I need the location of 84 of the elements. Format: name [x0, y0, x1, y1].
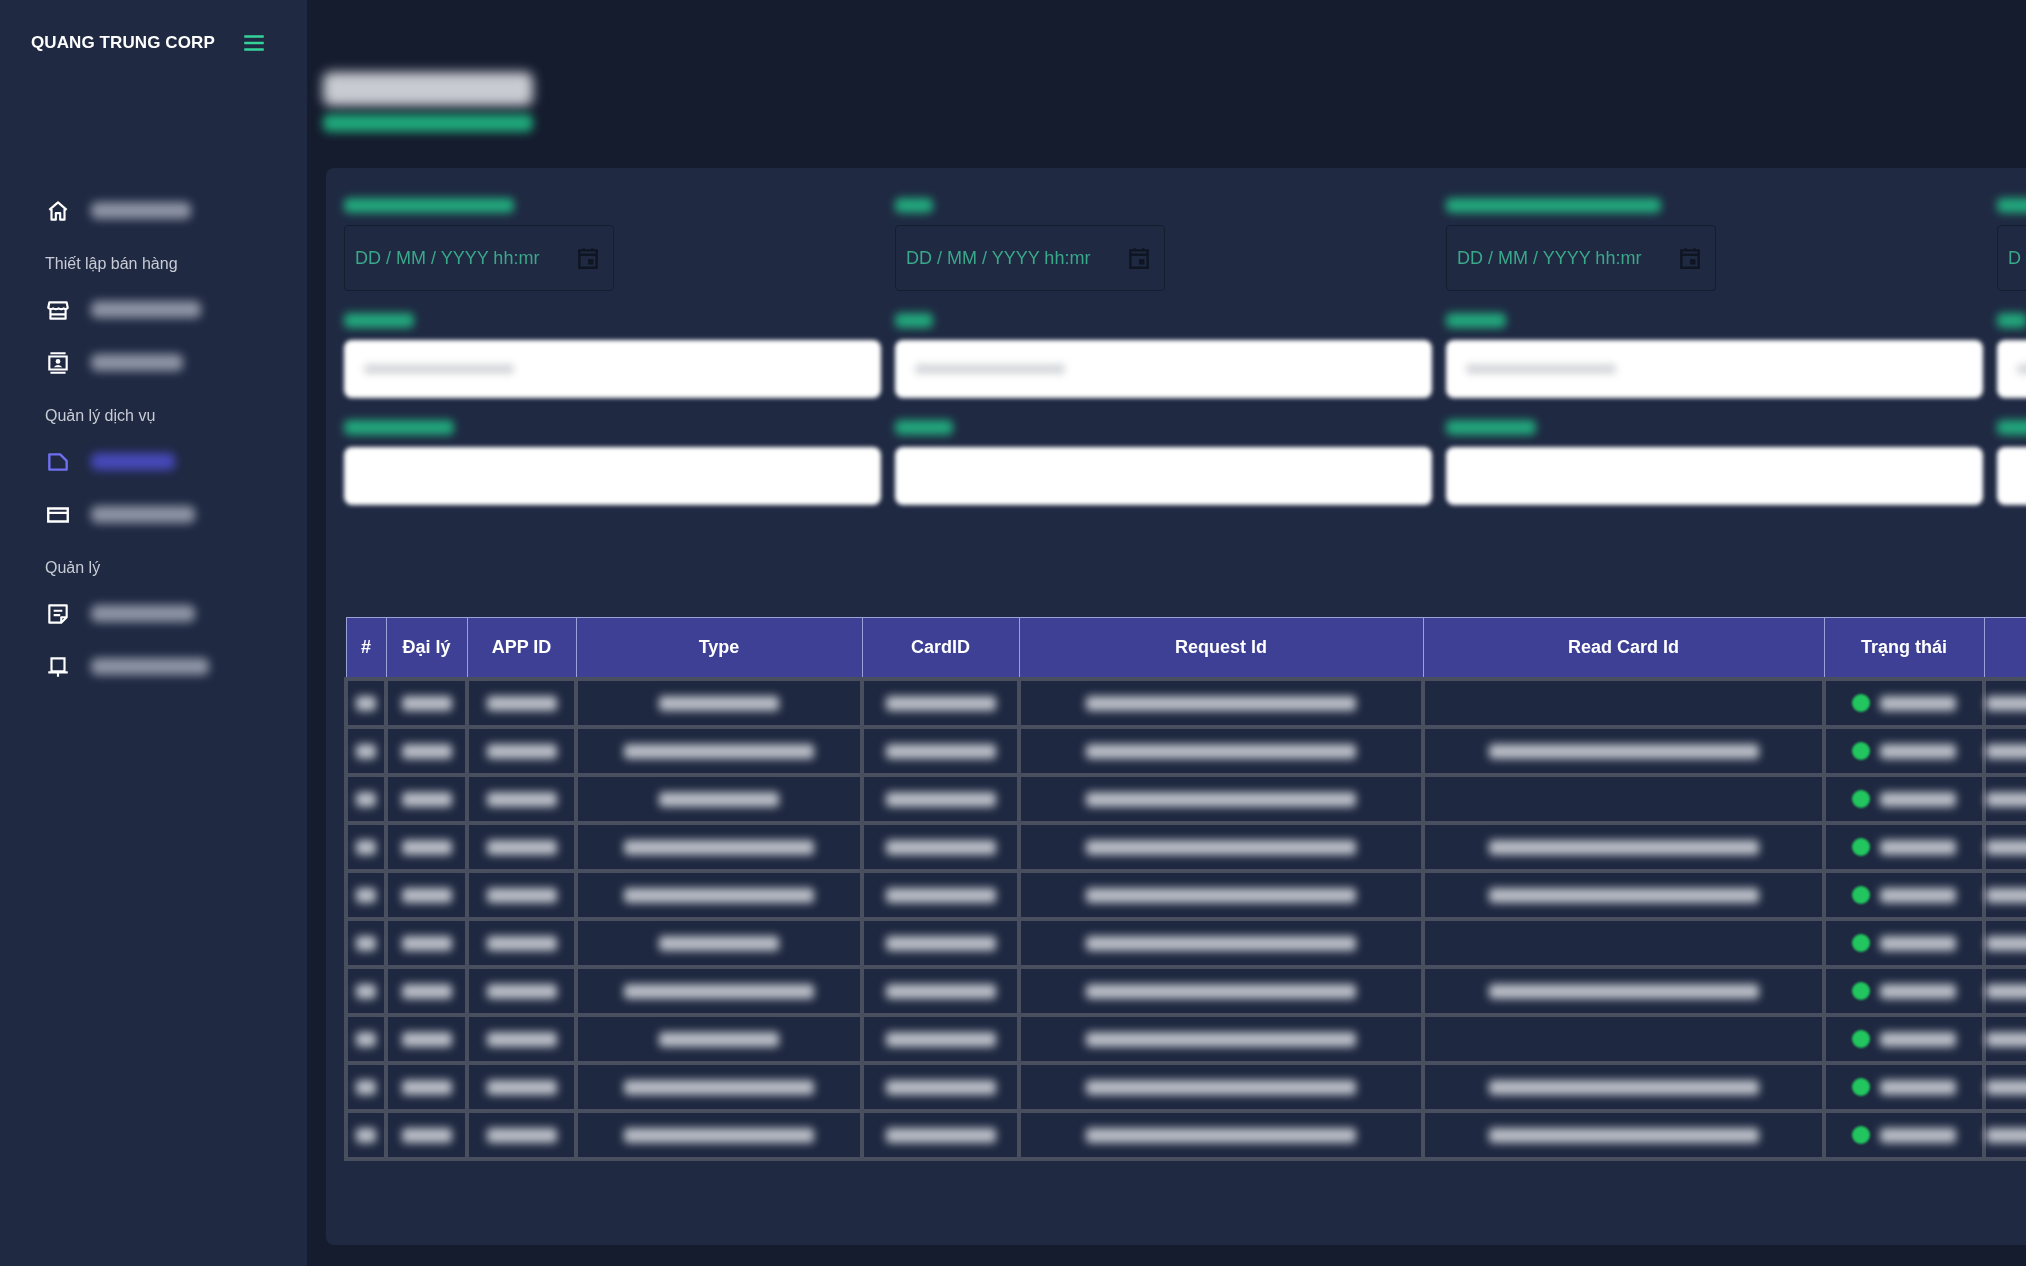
blurred-text	[356, 888, 376, 904]
section-heading: Quản lý dịch vụ	[45, 406, 157, 426]
input-field[interactable]	[1446, 447, 1983, 505]
blurred-text	[1986, 1080, 2026, 1096]
blurred-text	[356, 696, 376, 712]
calendar-icon[interactable]	[1677, 245, 1703, 271]
column-header[interactable]: #	[346, 617, 386, 679]
blurred-text	[401, 792, 452, 808]
blurred-label	[1997, 198, 2026, 213]
blurred-label	[895, 313, 933, 328]
dropdown-field[interactable]	[895, 340, 1432, 398]
blurred-text	[486, 792, 557, 808]
status-dot	[1852, 934, 1870, 953]
status-dot	[1852, 742, 1870, 761]
blurred-text	[1986, 840, 2026, 856]
blurred-text	[1986, 984, 2026, 1000]
blurred-text	[356, 1032, 376, 1048]
blurred-text	[486, 984, 557, 1000]
column-header[interactable]: Trạng thái	[1824, 617, 1984, 679]
blurred-label	[1997, 313, 2026, 328]
blurred-label	[1997, 420, 2026, 435]
status-dot	[1852, 1126, 1870, 1145]
date-field[interactable]: DD / MM / YYYY hh:mr	[895, 225, 1165, 291]
blurred-text	[356, 1080, 376, 1096]
blurred-text	[356, 744, 376, 760]
blurred-text	[356, 984, 376, 1000]
blurred-text	[401, 696, 452, 712]
date-field[interactable]: D	[1997, 225, 2026, 291]
blurred-text	[401, 888, 452, 904]
status-dot	[1852, 694, 1870, 713]
column-header[interactable]: Read Card Id	[1423, 617, 1824, 679]
blurred-text	[486, 1080, 557, 1096]
status-dot	[1852, 790, 1870, 809]
blurred-text	[356, 840, 376, 856]
blurred-label	[1446, 313, 1506, 328]
status-dot	[1852, 886, 1870, 905]
blurred-text	[486, 840, 557, 856]
blurred-text	[401, 1080, 452, 1096]
blurred-text	[1986, 1128, 2026, 1144]
status-dot	[1852, 1030, 1870, 1049]
input-field[interactable]	[895, 447, 1432, 505]
blurred-text	[1986, 792, 2026, 808]
blurred-text	[1986, 744, 2026, 760]
dropdown-field[interactable]	[1446, 340, 1983, 398]
status-dot	[1852, 1078, 1870, 1097]
contact-card-icon	[45, 349, 71, 376]
column-header[interactable]: Request Id	[1019, 617, 1423, 679]
blurred-text	[356, 936, 376, 952]
blurred-text	[486, 936, 557, 952]
calendar-icon[interactable]	[1126, 245, 1152, 271]
blurred-text	[486, 1032, 557, 1048]
blurred-text	[486, 744, 557, 760]
blurred-label	[895, 420, 953, 435]
column-header[interactable]: Đại lý	[386, 617, 467, 679]
blurred-text	[1986, 888, 2026, 904]
blurred-text	[401, 744, 452, 760]
blurred-text	[1986, 1032, 2026, 1048]
blurred-text	[1986, 936, 2026, 952]
blurred-text	[356, 792, 376, 808]
blurred-text	[356, 1128, 376, 1144]
blurred-text	[401, 1032, 452, 1048]
input-field[interactable]	[344, 447, 881, 505]
calendar-icon[interactable]	[575, 245, 601, 271]
status-dot	[1852, 982, 1870, 1001]
column-header[interactable]: Type	[576, 617, 862, 679]
blurred-label	[344, 313, 414, 328]
date-field[interactable]: DD / MM / YYYY hh:mr	[1446, 225, 1716, 291]
blurred-label	[895, 198, 933, 213]
dropdown-field[interactable]	[344, 340, 881, 398]
blurred-text	[486, 696, 557, 712]
column-header[interactable]: APP ID	[467, 617, 576, 679]
blurred-text	[401, 1128, 452, 1144]
blurred-text	[401, 936, 452, 952]
blurred-text	[401, 840, 452, 856]
blurred-text	[486, 888, 557, 904]
brand-name: QUANG TRUNG CORP	[31, 33, 215, 53]
section-heading: Thiết lập bán hàng	[45, 254, 179, 274]
blurred-text	[486, 1128, 557, 1144]
column-header[interactable]: CardID	[862, 617, 1019, 679]
blurred-text	[1986, 696, 2026, 712]
date-field[interactable]: DD / MM / YYYY hh:mr	[344, 225, 614, 291]
blurred-text	[401, 984, 452, 1000]
section-heading: Quản lý	[45, 558, 102, 578]
status-dot	[1852, 838, 1870, 857]
